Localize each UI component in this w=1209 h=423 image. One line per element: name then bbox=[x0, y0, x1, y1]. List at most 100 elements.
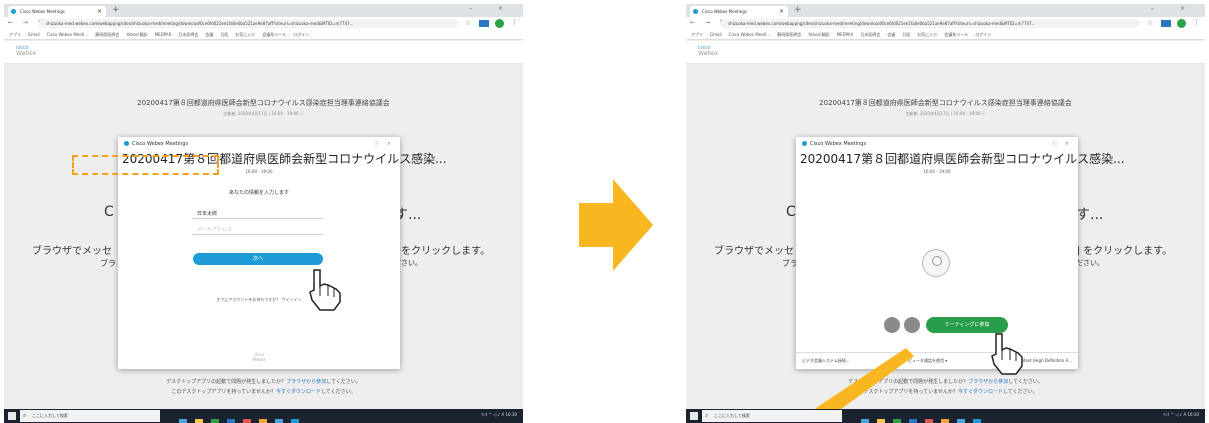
next-button[interactable]: 次へ bbox=[193, 253, 323, 265]
webex-tab-icon bbox=[11, 9, 16, 14]
browser-tab-bar: Cisco Webex Meetings × + – × bbox=[4, 4, 523, 17]
taskbar-app-icon[interactable] bbox=[973, 419, 981, 423]
browser-tab-bar: Cisco Webex Meetings × + – × bbox=[686, 4, 1205, 17]
taskbar-app-icon[interactable] bbox=[211, 419, 219, 423]
star-icon[interactable]: ☆ bbox=[465, 19, 471, 27]
taskbar-app-icon[interactable] bbox=[195, 419, 203, 423]
bookmark-item[interactable]: アプリ bbox=[9, 32, 21, 37]
star-icon[interactable]: ☆ bbox=[1147, 19, 1153, 27]
taskbar-search[interactable]: ⌕ ここに入力して検索 bbox=[702, 410, 842, 422]
name-field[interactable]: 日本太郎 bbox=[193, 209, 323, 219]
taskbar-app-icon[interactable] bbox=[957, 419, 965, 423]
taskbar-app-icon[interactable] bbox=[259, 419, 267, 423]
bookmark-item[interactable]: 日医 bbox=[220, 32, 228, 37]
bookmark-item[interactable]: Gmail bbox=[28, 32, 40, 37]
pointing-hand-icon bbox=[991, 333, 1023, 375]
taskbar-app-icon[interactable] bbox=[941, 419, 949, 423]
extension-icon[interactable] bbox=[1161, 20, 1171, 27]
dialog-controls[interactable]: ⓘ × bbox=[1052, 140, 1072, 147]
close-tab-icon[interactable]: × bbox=[97, 6, 102, 17]
email-field[interactable]: メールアドレス bbox=[193, 225, 323, 235]
screenshot-join-meeting: Cisco Webex Meetings × + – × ← → C shizu… bbox=[686, 4, 1205, 423]
bookmark-item[interactable]: 日本医師会 bbox=[860, 32, 880, 37]
bookmark-item[interactable]: Cisco Webex Meeti... bbox=[729, 32, 771, 37]
taskbar-app-icon[interactable] bbox=[925, 419, 933, 423]
webex-header: cisco Webex bbox=[4, 41, 523, 64]
bookmark-item[interactable]: Cisco Webex Meeti... bbox=[47, 32, 89, 37]
search-icon: ⌕ bbox=[23, 412, 27, 419]
bookmark-item[interactable]: Yahoo!翻訳 bbox=[808, 32, 829, 37]
browser-tab[interactable]: Cisco Webex Meetings × bbox=[690, 6, 788, 17]
new-tab-button[interactable]: + bbox=[794, 5, 802, 15]
dialog-controls[interactable]: ⓘ × bbox=[374, 140, 394, 147]
windows-taskbar: ⌕ ここに入力して検索 ﾘﾝｸ ^ ◁ ♪ A 16:30 bbox=[4, 409, 523, 423]
taskbar-app-icon[interactable] bbox=[861, 419, 869, 423]
bg-text-browser-left: ブラウザでメッセ bbox=[32, 246, 112, 257]
close-tab-icon[interactable]: × bbox=[779, 6, 784, 17]
new-tab-button[interactable]: + bbox=[112, 5, 120, 15]
bookmark-item[interactable]: ログイン bbox=[975, 32, 991, 37]
bg-text-browser-right: ] をクリックします。 bbox=[394, 246, 491, 257]
taskbar-search[interactable]: ⌕ ここに入力して検索 bbox=[20, 410, 160, 422]
bg-text-c: C bbox=[104, 204, 114, 220]
bookmark-item[interactable]: 日医 bbox=[902, 32, 910, 37]
bookmark-item[interactable]: 会議 bbox=[887, 32, 895, 37]
webex-header: cisco Webex bbox=[686, 41, 1205, 64]
dialog-header: Cisco Webex Meetings bbox=[124, 141, 188, 147]
taskbar-app-icon[interactable] bbox=[179, 419, 187, 423]
pointing-hand-icon bbox=[309, 269, 341, 311]
taskbar-app-icon[interactable] bbox=[893, 419, 901, 423]
bookmarks-bar: アプリ Gmail Cisco Webex Meeti... 静岡県医師会 Yahoo!… bbox=[686, 30, 1205, 40]
windows-start-icon[interactable] bbox=[690, 412, 698, 420]
tab-title: Cisco Webex Meetings bbox=[702, 9, 747, 14]
taskbar-app-icon[interactable] bbox=[243, 419, 251, 423]
bookmark-item[interactable]: お気に入り bbox=[917, 32, 937, 37]
cisco-webex-logo: cisco Webex bbox=[16, 45, 37, 57]
bookmark-item[interactable]: Gmail bbox=[710, 32, 722, 37]
extension-icon[interactable] bbox=[479, 20, 489, 27]
menu-icon[interactable]: ⋮ bbox=[1193, 18, 1200, 26]
bookmark-item[interactable]: MEDPAX bbox=[837, 32, 854, 37]
browser-tab[interactable]: Cisco Webex Meetings × bbox=[8, 6, 106, 17]
window-controls[interactable]: – × bbox=[1151, 5, 1197, 12]
mute-button[interactable] bbox=[884, 317, 900, 333]
bg-text-browser-right: ] をクリックします。 bbox=[1076, 246, 1173, 257]
meeting-date: 主催者: 2020年4月17日 | 16:00 - 19:00 ⓘ bbox=[223, 111, 304, 116]
bookmark-item[interactable]: ログイン bbox=[293, 32, 309, 37]
taskbar-app-icon[interactable] bbox=[275, 419, 283, 423]
taskbar-app-icon[interactable] bbox=[291, 419, 299, 423]
bookmark-item[interactable]: Yahoo!翻訳 bbox=[126, 32, 147, 37]
taskbar-apps bbox=[861, 412, 989, 423]
system-tray[interactable]: ﾘﾝｸ ^ ◁ ♪ A 16:30 bbox=[1163, 412, 1199, 418]
profile-icon[interactable] bbox=[495, 19, 504, 28]
avatar bbox=[922, 249, 950, 277]
windows-start-icon[interactable] bbox=[8, 412, 16, 420]
address-bar: ← → C shizuoka-med.webex.com/webappng/si… bbox=[4, 17, 523, 30]
join-from-browser-link[interactable]: ブラウザから参加 bbox=[968, 379, 1008, 385]
bookmark-item[interactable]: MEDPAX bbox=[155, 32, 172, 37]
bookmark-item[interactable]: 静岡県医師会 bbox=[95, 32, 119, 37]
webex-preview-dialog: Cisco Webex Meetings ⓘ × 20200417第８回都道府県… bbox=[796, 137, 1125, 369]
bookmark-item[interactable]: 会議系ツール bbox=[262, 32, 286, 37]
taskbar-app-icon[interactable] bbox=[877, 419, 885, 423]
bookmark-item[interactable]: 静岡県医師会 bbox=[777, 32, 801, 37]
bookmark-item[interactable]: 会議系ツール bbox=[944, 32, 968, 37]
taskbar-app-icon[interactable] bbox=[909, 419, 917, 423]
bookmark-item[interactable]: アプリ bbox=[691, 32, 703, 37]
window-controls[interactable]: – × bbox=[469, 5, 515, 12]
url-field[interactable]: shizuoka-med.webex.com/webappng/sites/sh… bbox=[720, 19, 1140, 28]
bookmark-item[interactable]: 会議 bbox=[205, 32, 213, 37]
signin-link[interactable]: すでにアカウントをお持ちですか？ サインイン bbox=[118, 297, 400, 303]
name-field-highlight bbox=[72, 155, 219, 175]
menu-icon[interactable]: ⋮ bbox=[511, 18, 518, 26]
bookmark-item[interactable]: 日本医師会 bbox=[178, 32, 198, 37]
taskbar-app-icon[interactable] bbox=[227, 419, 235, 423]
download-now-link[interactable]: 今すぐダウンロード bbox=[958, 389, 1003, 395]
url-field[interactable]: shizuoka-med.webex.com/webappng/sites/sh… bbox=[38, 19, 458, 28]
join-from-browser-link[interactable]: ブラウザから参加 bbox=[286, 379, 326, 385]
bookmark-item[interactable]: お気に入り bbox=[235, 32, 255, 37]
system-tray[interactable]: ﾘﾝｸ ^ ◁ ♪ A 16:30 bbox=[481, 412, 517, 418]
video-button[interactable] bbox=[904, 317, 920, 333]
download-now-link[interactable]: 今すぐダウンロード bbox=[276, 389, 321, 395]
profile-icon[interactable] bbox=[1177, 19, 1186, 28]
